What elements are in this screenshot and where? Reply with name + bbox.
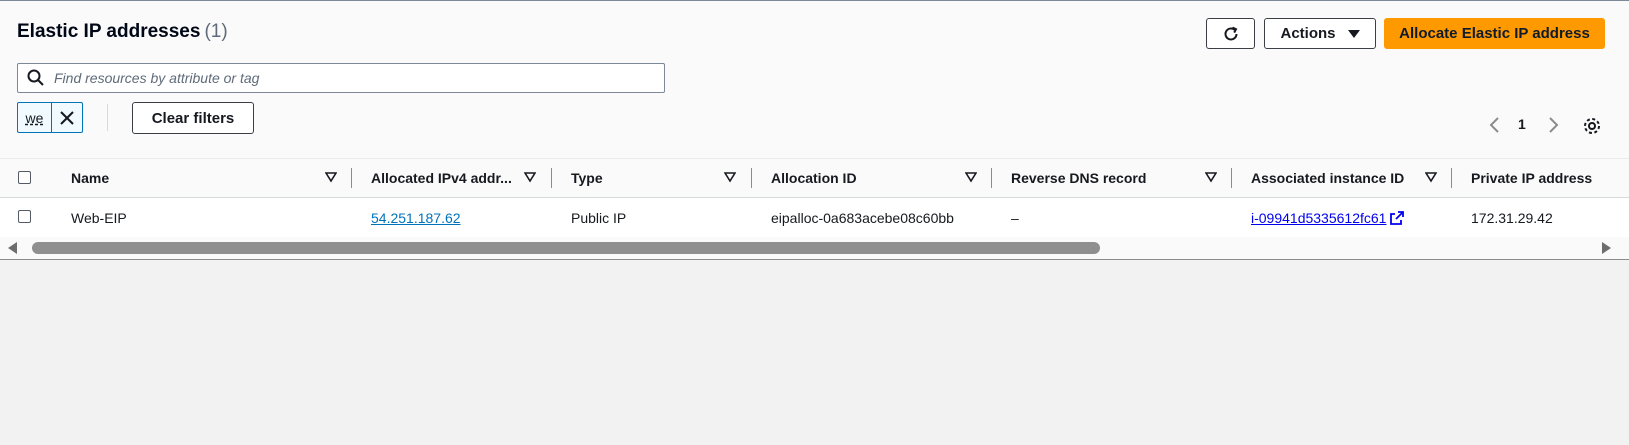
column-header-associated-instance-id[interactable]: Associated instance ID bbox=[1251, 159, 1404, 197]
column-resizer[interactable] bbox=[1231, 168, 1232, 188]
search-icon bbox=[27, 69, 44, 86]
clear-filters-button[interactable]: Clear filters bbox=[132, 102, 254, 134]
column-resizer[interactable] bbox=[551, 168, 552, 188]
filter-token: we bbox=[17, 102, 83, 133]
allocate-elastic-ip-button[interactable]: Allocate Elastic IP address bbox=[1384, 18, 1605, 49]
sort-icon[interactable] bbox=[724, 171, 736, 183]
row-select-checkbox[interactable] bbox=[18, 210, 31, 223]
actions-dropdown-button[interactable]: Actions bbox=[1264, 18, 1376, 49]
chevron-left-icon[interactable] bbox=[1487, 115, 1503, 135]
filter-token-label[interactable]: we bbox=[18, 103, 51, 132]
sort-icon[interactable] bbox=[524, 171, 536, 183]
select-all-checkbox[interactable] bbox=[18, 171, 31, 184]
scroll-right-arrow-icon[interactable] bbox=[1602, 242, 1611, 254]
table-header: Name Allocated IPv4 addr... Type Allocat… bbox=[0, 158, 1629, 198]
column-resizer[interactable] bbox=[751, 168, 752, 188]
cell-ipv4-wrapper: 54.251.187.62 bbox=[371, 198, 461, 237]
scroll-left-arrow-icon[interactable] bbox=[8, 242, 17, 254]
cell-name: Web-EIP bbox=[71, 209, 127, 226]
sort-icon[interactable] bbox=[1205, 171, 1217, 183]
close-icon bbox=[60, 110, 74, 125]
column-header-allocated-ipv4[interactable]: Allocated IPv4 addr... bbox=[371, 159, 512, 197]
column-header-reverse-dns[interactable]: Reverse DNS record bbox=[1011, 159, 1146, 197]
cell-instance-wrapper: i-09941d5335612fc61 bbox=[1251, 198, 1405, 237]
elastic-ip-panel: Elastic IP addresses (1) Actions Allocate… bbox=[0, 0, 1629, 260]
caret-down-icon bbox=[1347, 29, 1360, 38]
sort-icon[interactable] bbox=[1425, 171, 1437, 183]
horizontal-scrollbar[interactable] bbox=[0, 237, 1629, 259]
elastic-ip-table: Name Allocated IPv4 addr... Type Allocat… bbox=[0, 158, 1629, 238]
sort-icon[interactable] bbox=[325, 171, 337, 183]
page-title-text: Elastic IP addresses bbox=[17, 21, 201, 42]
column-header-type[interactable]: Type bbox=[571, 159, 603, 197]
gear-icon[interactable] bbox=[1582, 116, 1602, 136]
search-bar bbox=[17, 63, 665, 93]
column-header-private-ip[interactable]: Private IP address bbox=[1471, 159, 1592, 197]
ipv4-address-link[interactable]: 54.251.187.62 bbox=[371, 210, 461, 226]
column-header-allocation-id[interactable]: Allocation ID bbox=[771, 159, 857, 197]
refresh-icon bbox=[1224, 26, 1237, 40]
current-page-number[interactable]: 1 bbox=[1518, 116, 1526, 132]
refresh-button[interactable] bbox=[1206, 18, 1255, 49]
column-resizer[interactable] bbox=[991, 168, 992, 188]
chevron-right-icon[interactable] bbox=[1545, 115, 1561, 135]
instance-id-link[interactable]: i-09941d5335612fc61 bbox=[1251, 210, 1386, 226]
resource-count: (1) bbox=[204, 21, 228, 42]
search-input[interactable] bbox=[52, 64, 664, 92]
scrollbar-thumb[interactable] bbox=[32, 242, 1100, 254]
actions-label: Actions bbox=[1280, 25, 1336, 42]
cell-reverse-dns: – bbox=[1011, 209, 1019, 226]
remove-filter-button[interactable] bbox=[50, 103, 82, 132]
filter-divider bbox=[107, 104, 108, 131]
sort-icon[interactable] bbox=[965, 171, 977, 183]
external-link-icon[interactable] bbox=[1390, 210, 1405, 225]
cell-private-ip: 172.31.29.42 bbox=[1471, 209, 1553, 226]
column-resizer[interactable] bbox=[351, 168, 352, 188]
table-row[interactable]: Web-EIP 54.251.187.62 Public IP eipalloc… bbox=[0, 198, 1629, 238]
column-header-name[interactable]: Name bbox=[71, 159, 109, 197]
cell-allocation-id: eipalloc-0a683acebe08c60bb bbox=[771, 209, 954, 226]
column-resizer[interactable] bbox=[1451, 168, 1452, 188]
cell-type: Public IP bbox=[571, 209, 627, 226]
page-title: Elastic IP addresses (1) bbox=[17, 21, 228, 43]
